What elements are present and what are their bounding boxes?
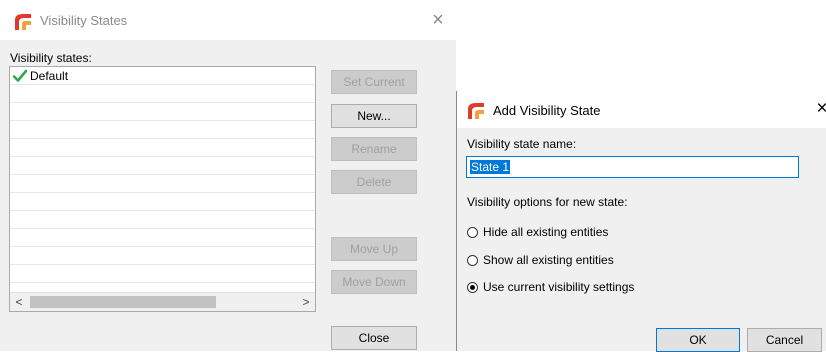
move-down-button[interactable]: Move Down [331,270,417,294]
empty-row [10,211,315,229]
close-button[interactable]: Close [331,326,417,350]
dialog-title: Add Visibility State [493,103,601,118]
list-item[interactable]: Default [10,67,315,85]
empty-row [10,121,315,139]
set-current-button[interactable]: Set Current [331,70,417,94]
empty-row [10,265,315,283]
radio-label: Show all existing entities [483,253,614,267]
delete-button[interactable]: Delete [331,170,417,194]
scroll-left-icon[interactable]: < [10,293,28,311]
empty-row [10,175,315,193]
green-check-icon [13,69,27,82]
state-name-input[interactable]: State 1 [466,156,799,178]
radio-button-selected-icon[interactable] [467,282,478,293]
state-name-value: State 1 [470,160,511,174]
horizontal-scrollbar[interactable]: < > [10,292,315,311]
app-logo-icon [15,14,31,30]
list-item-label: Default [30,69,69,83]
add-visibility-state-dialog: Add Visibility State × Visibility state … [456,91,826,352]
radio-button-icon[interactable] [467,227,478,238]
empty-row [10,85,315,103]
visibility-states-dialog: Visibility States × Visibility states: D… [0,0,456,351]
visibility-states-list[interactable]: Default < > [9,66,316,312]
title-bar: Visibility States × [0,0,456,40]
visibility-options-label: Visibility options for new state: [467,195,628,209]
scrollbar-thumb[interactable] [30,296,216,308]
dialog-title: Visibility States [40,13,128,28]
scroll-right-icon[interactable]: > [297,293,315,311]
app-logo-icon [468,103,484,119]
close-icon[interactable]: × [812,97,826,121]
new-button[interactable]: New... [331,104,417,128]
state-name-label: Visibility state name: [467,137,577,151]
radio-label: Use current visibility settings [483,280,635,294]
title-bar: Add Visibility State × [457,91,826,128]
empty-row [10,193,315,211]
cancel-button[interactable]: Cancel [747,328,822,352]
radio-button-icon[interactable] [467,255,478,266]
move-up-button[interactable]: Move Up [331,237,417,261]
close-icon[interactable]: × [426,8,450,32]
visibility-states-label: Visibility states: [10,51,92,65]
rename-button[interactable]: Rename [331,137,417,161]
radio-label: Hide all existing entities [483,225,609,239]
empty-row [10,157,315,175]
empty-row [10,139,315,157]
ok-button[interactable]: OK [656,328,740,352]
empty-row [10,103,315,121]
empty-row [10,229,315,247]
empty-row [10,247,315,265]
